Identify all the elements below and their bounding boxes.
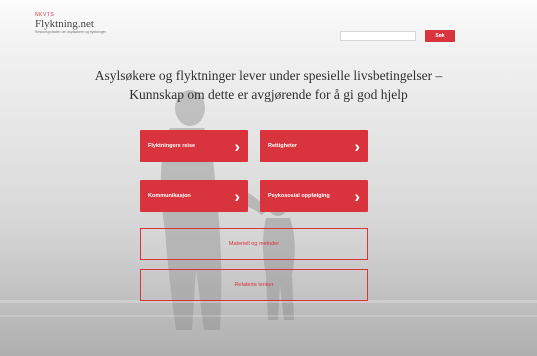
- tile-flyktningers-reise[interactable]: Flyktningers reise ›: [140, 130, 248, 162]
- chevron-right-icon: ›: [234, 136, 240, 156]
- logo-title: Flyktning.net: [35, 18, 94, 30]
- search-input[interactable]: [340, 31, 416, 41]
- tile-label: Rettigheter: [268, 143, 298, 149]
- page: NKVTS Flyktning.net Ressursportalen om a…: [0, 0, 537, 356]
- chevron-right-icon: ›: [354, 136, 360, 156]
- site-logo[interactable]: NKVTS Flyktning.net Ressursportalen om a…: [35, 12, 106, 35]
- search-button[interactable]: Søk: [425, 30, 455, 42]
- tile-label: Psykososial oppfølging: [268, 193, 330, 199]
- relaterte-lenker-button[interactable]: Relaterte lenker: [140, 269, 368, 301]
- chevron-right-icon: ›: [354, 186, 360, 206]
- tile-kommunikasjon[interactable]: Kommunikasjon ›: [140, 180, 248, 212]
- logo-tagline: Ressursportalen om asylsøkere og flyktni…: [35, 30, 107, 34]
- chevron-right-icon: ›: [234, 186, 240, 206]
- tile-rettigheter[interactable]: Rettigheter ›: [260, 130, 368, 162]
- tile-label: Flyktningers reise: [148, 143, 196, 149]
- headline-line-1: Asylsøkere og flyktninger lever under sp…: [94, 68, 443, 83]
- headline-line-2: Kunnskap om dette er avgjørende for å gi…: [129, 87, 408, 102]
- materiell-og-metoder-button[interactable]: Materiell og metoder: [140, 228, 368, 260]
- hero-background-photo: [0, 90, 537, 356]
- tile-label: Kommunikasjon: [148, 193, 191, 199]
- tile-psykososial-oppfolging[interactable]: Psykososial oppfølging ›: [260, 180, 368, 212]
